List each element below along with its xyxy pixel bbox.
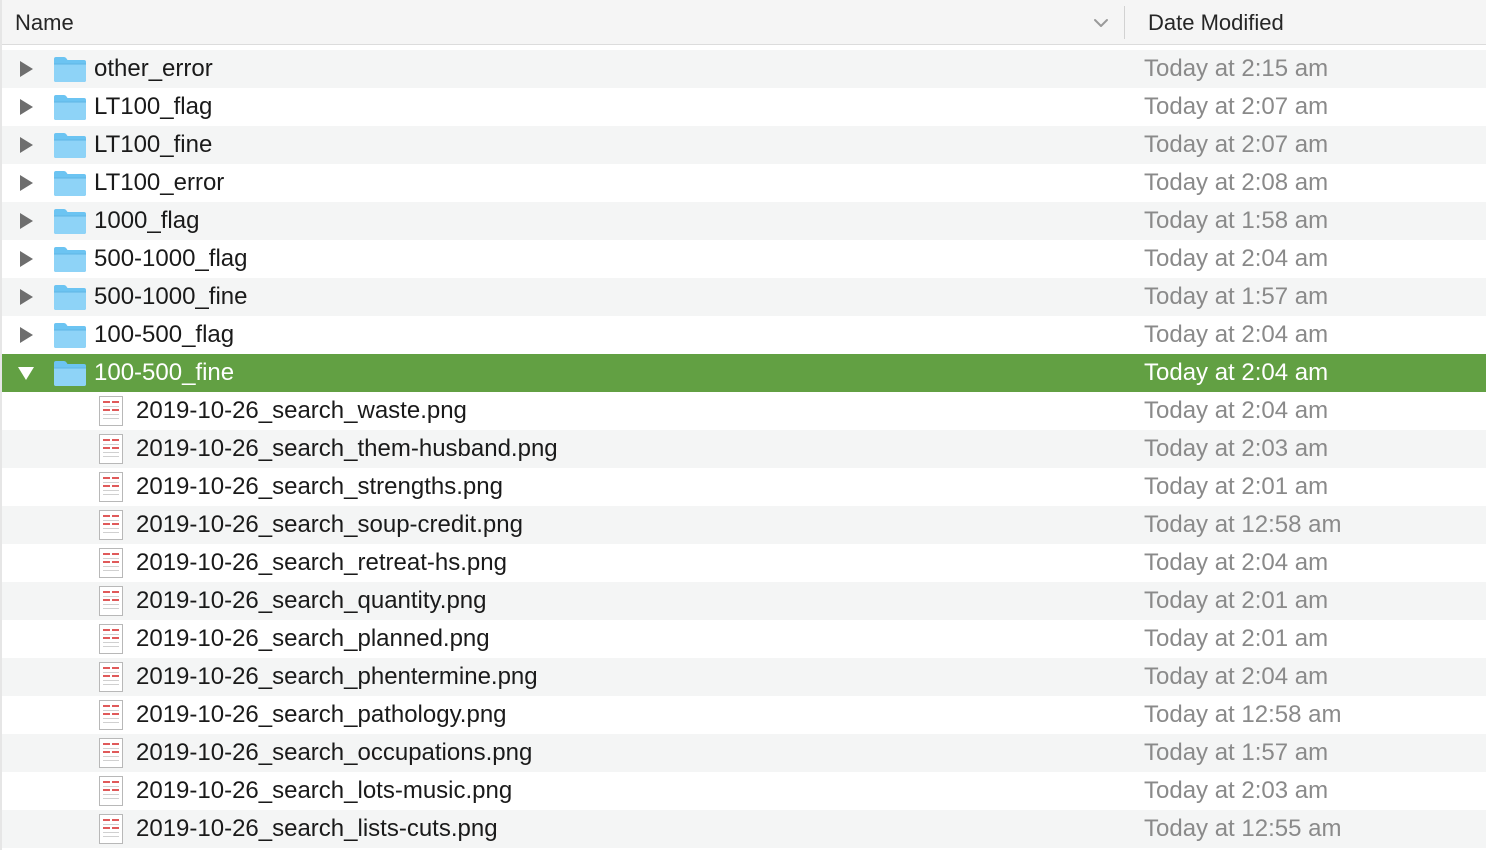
folder-name: LT100_error bbox=[94, 169, 225, 196]
folder-name: LT100_flag bbox=[94, 93, 213, 120]
png-file-icon bbox=[97, 396, 125, 426]
png-file-icon bbox=[97, 776, 125, 806]
file-list: other_error Today at 2:15 am LT100_flag Tod… bbox=[2, 50, 1486, 848]
date-modified: Today at 2:03 am bbox=[1144, 777, 1329, 804]
date-modified: Today at 12:55 am bbox=[1144, 815, 1342, 842]
date-modified: Today at 2:04 am bbox=[1144, 321, 1329, 348]
disclosure-triangle-right-icon[interactable] bbox=[16, 287, 36, 307]
file-row-2019-10-26-search-lists-cuts-png[interactable]: 2019-10-26_search_lists-cuts.png Today at… bbox=[2, 810, 1486, 848]
folder-row-500-1000-fine[interactable]: 500-1000_fine Today at 1:57 am bbox=[2, 278, 1486, 316]
file-name: 2019-10-26_search_planned.png bbox=[136, 625, 490, 652]
disclosure-triangle-right-icon[interactable] bbox=[16, 59, 36, 79]
folder-row-lt100-fine[interactable]: LT100_fine Today at 2:07 am bbox=[2, 126, 1486, 164]
date-modified: Today at 2:03 am bbox=[1144, 435, 1329, 462]
date-modified: Today at 2:04 am bbox=[1144, 549, 1329, 576]
date-modified: Today at 2:08 am bbox=[1144, 169, 1329, 196]
file-row-2019-10-26-search-occupations-png[interactable]: 2019-10-26_search_occupations.png Today a… bbox=[2, 734, 1486, 772]
png-file-icon bbox=[97, 662, 125, 692]
png-file-icon bbox=[97, 814, 125, 844]
file-name: 2019-10-26_search_soup-credit.png bbox=[136, 511, 523, 538]
folder-icon bbox=[53, 55, 87, 83]
png-file-icon bbox=[97, 434, 125, 464]
png-file-icon bbox=[97, 510, 125, 540]
date-modified: Today at 2:01 am bbox=[1144, 587, 1329, 614]
folder-name: 100-500_fine bbox=[94, 359, 235, 386]
folder-row-lt100-flag[interactable]: LT100_flag Today at 2:07 am bbox=[2, 88, 1486, 126]
disclosure-triangle-right-icon[interactable] bbox=[16, 211, 36, 231]
png-file-icon bbox=[97, 548, 125, 578]
date-modified: Today at 1:57 am bbox=[1144, 283, 1329, 310]
folder-row-lt100-error[interactable]: LT100_error Today at 2:08 am bbox=[2, 164, 1486, 202]
folder-icon bbox=[53, 321, 87, 349]
column-header-date-modified[interactable]: Date Modified bbox=[1148, 10, 1284, 36]
folder-row-other-error[interactable]: other_error Today at 2:15 am bbox=[2, 50, 1486, 88]
date-modified: Today at 12:58 am bbox=[1144, 701, 1342, 728]
folder-row-100-500-flag[interactable]: 100-500_flag Today at 2:04 am bbox=[2, 316, 1486, 354]
disclosure-triangle-right-icon[interactable] bbox=[16, 97, 36, 117]
file-row-2019-10-26-search-them-husband-png[interactable]: 2019-10-26_search_them-husband.png Today … bbox=[2, 430, 1486, 468]
folder-name: 500-1000_flag bbox=[94, 245, 248, 272]
folder-icon bbox=[53, 93, 87, 121]
date-modified: Today at 2:07 am bbox=[1144, 93, 1329, 120]
column-header-name[interactable]: Name bbox=[15, 10, 74, 36]
disclosure-triangle-right-icon[interactable] bbox=[16, 325, 36, 345]
png-file-icon bbox=[97, 700, 125, 730]
date-modified: Today at 2:07 am bbox=[1144, 131, 1329, 158]
date-modified: Today at 2:04 am bbox=[1144, 397, 1329, 424]
file-row-2019-10-26-search-waste-png[interactable]: 2019-10-26_search_waste.png Today at 2:04… bbox=[2, 392, 1486, 430]
folder-name: 500-1000_fine bbox=[94, 283, 248, 310]
disclosure-triangle-right-icon[interactable] bbox=[16, 249, 36, 269]
folder-row-100-500-fine[interactable]: 100-500_fine Today at 2:04 am bbox=[2, 354, 1486, 392]
file-name: 2019-10-26_search_pathology.png bbox=[136, 701, 507, 728]
disclosure-triangle-right-icon[interactable] bbox=[16, 135, 36, 155]
folder-icon bbox=[53, 245, 87, 273]
date-modified: Today at 2:04 am bbox=[1144, 359, 1329, 386]
folder-icon bbox=[53, 131, 87, 159]
file-row-2019-10-26-search-retreat-hs-png[interactable]: 2019-10-26_search_retreat-hs.png Today at… bbox=[2, 544, 1486, 582]
file-row-2019-10-26-search-pathology-png[interactable]: 2019-10-26_search_pathology.png Today at … bbox=[2, 696, 1486, 734]
file-name: 2019-10-26_search_lots-music.png bbox=[136, 777, 513, 804]
date-modified: Today at 2:01 am bbox=[1144, 473, 1329, 500]
png-file-icon bbox=[97, 738, 125, 768]
date-modified: Today at 2:01 am bbox=[1144, 625, 1329, 652]
folder-name: LT100_fine bbox=[94, 131, 213, 158]
chevron-down-icon[interactable] bbox=[1090, 12, 1112, 34]
date-modified: Today at 2:15 am bbox=[1144, 55, 1329, 82]
png-file-icon bbox=[97, 586, 125, 616]
file-name: 2019-10-26_search_them-husband.png bbox=[136, 435, 558, 462]
file-name: 2019-10-26_search_occupations.png bbox=[136, 739, 533, 766]
column-divider[interactable] bbox=[1124, 6, 1125, 39]
column-header: Name Date Modified bbox=[2, 0, 1486, 45]
date-modified: Today at 2:04 am bbox=[1144, 245, 1329, 272]
file-row-2019-10-26-search-planned-png[interactable]: 2019-10-26_search_planned.png Today at 2:… bbox=[2, 620, 1486, 658]
file-row-2019-10-26-search-quantity-png[interactable]: 2019-10-26_search_quantity.png Today at 2… bbox=[2, 582, 1486, 620]
disclosure-triangle-down-icon[interactable] bbox=[16, 363, 36, 383]
date-modified: Today at 1:58 am bbox=[1144, 207, 1329, 234]
folder-row-500-1000-flag[interactable]: 500-1000_flag Today at 2:04 am bbox=[2, 240, 1486, 278]
file-name: 2019-10-26_search_retreat-hs.png bbox=[136, 549, 507, 576]
date-modified: Today at 2:04 am bbox=[1144, 663, 1329, 690]
date-modified: Today at 12:58 am bbox=[1144, 511, 1342, 538]
disclosure-triangle-right-icon[interactable] bbox=[16, 173, 36, 193]
folder-name: other_error bbox=[94, 55, 213, 82]
file-name: 2019-10-26_search_phentermine.png bbox=[136, 663, 538, 690]
png-file-icon bbox=[97, 624, 125, 654]
png-file-icon bbox=[97, 472, 125, 502]
file-name: 2019-10-26_search_strengths.png bbox=[136, 473, 503, 500]
file-name: 2019-10-26_search_waste.png bbox=[136, 397, 467, 424]
folder-icon bbox=[53, 283, 87, 311]
folder-icon bbox=[53, 359, 87, 387]
file-row-2019-10-26-search-lots-music-png[interactable]: 2019-10-26_search_lots-music.png Today at… bbox=[2, 772, 1486, 810]
folder-icon bbox=[53, 207, 87, 235]
file-row-2019-10-26-search-phentermine-png[interactable]: 2019-10-26_search_phentermine.png Today a… bbox=[2, 658, 1486, 696]
folder-name: 1000_flag bbox=[94, 207, 200, 234]
file-name: 2019-10-26_search_quantity.png bbox=[136, 587, 487, 614]
folder-row-1000-flag[interactable]: 1000_flag Today at 1:58 am bbox=[2, 202, 1486, 240]
date-modified: Today at 1:57 am bbox=[1144, 739, 1329, 766]
file-name: 2019-10-26_search_lists-cuts.png bbox=[136, 815, 498, 842]
file-row-2019-10-26-search-strengths-png[interactable]: 2019-10-26_search_strengths.png Today at … bbox=[2, 468, 1486, 506]
folder-icon bbox=[53, 169, 87, 197]
file-row-2019-10-26-search-soup-credit-png[interactable]: 2019-10-26_search_soup-credit.png Today a… bbox=[2, 506, 1486, 544]
folder-name: 100-500_flag bbox=[94, 321, 235, 348]
